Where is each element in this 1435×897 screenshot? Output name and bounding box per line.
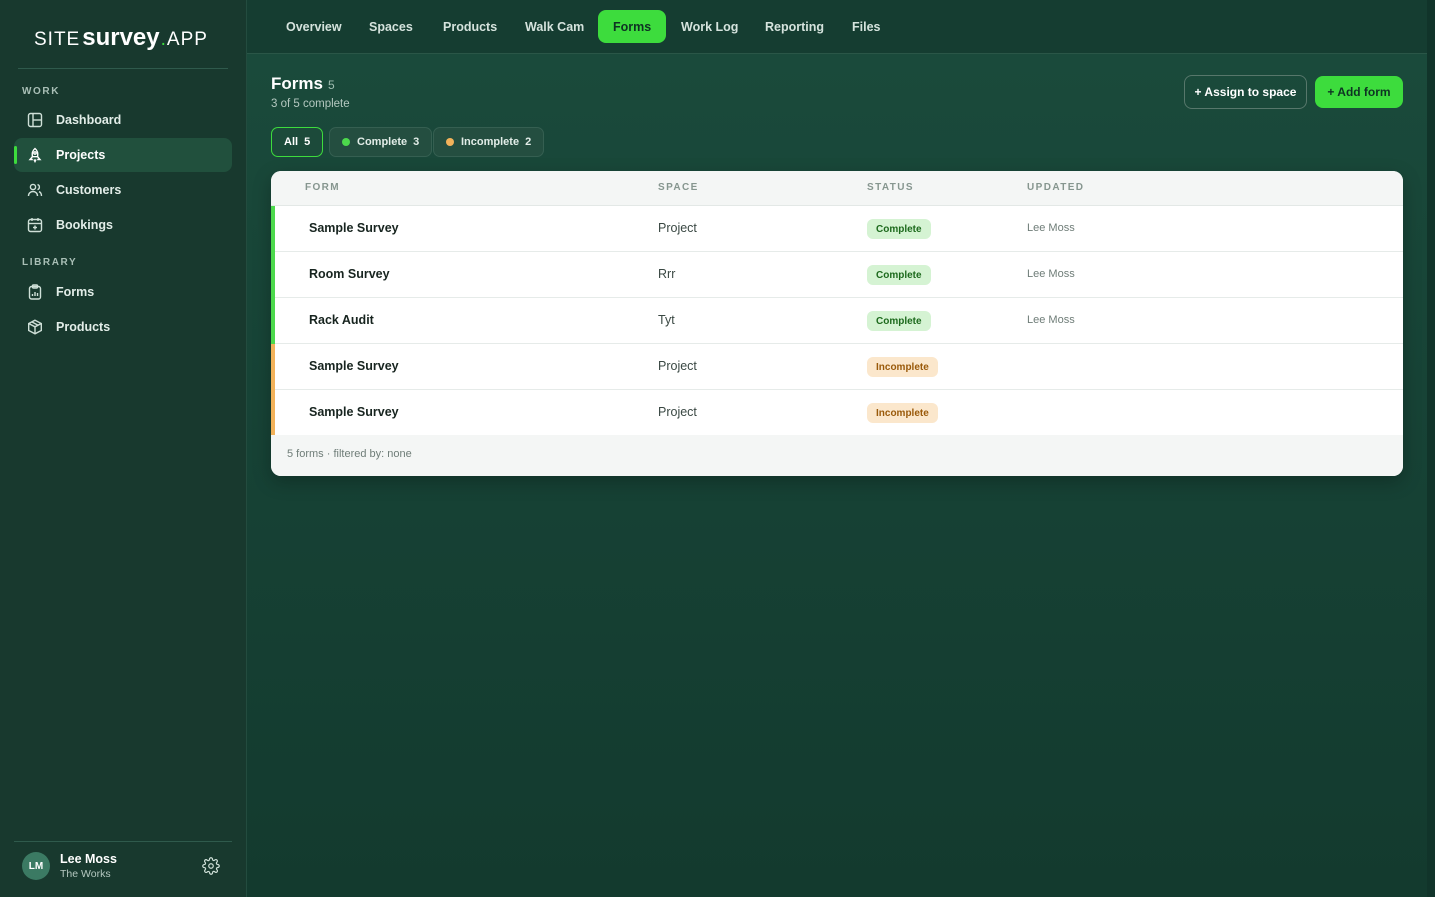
- form-name[interactable]: Room Survey: [309, 267, 390, 281]
- logo-survey-text: survey: [82, 24, 160, 51]
- tab-work-log[interactable]: Work Log: [666, 10, 753, 43]
- filter-chip-all[interactable]: All 5: [271, 127, 324, 157]
- tab-files[interactable]: Files: [837, 10, 896, 43]
- form-name[interactable]: Sample Survey: [309, 221, 399, 235]
- filter-chip-count: 3: [413, 136, 420, 148]
- form-name[interactable]: Sample Survey: [309, 405, 399, 419]
- updated-by: Lee Moss: [1027, 268, 1075, 280]
- incomplete-dot-icon: [446, 138, 454, 146]
- filter-chip-incomplete[interactable]: Incomplete 2: [433, 127, 545, 157]
- clipboard-icon: [27, 284, 43, 300]
- dashboard-icon: [27, 112, 43, 128]
- space-name: Project: [658, 221, 697, 235]
- scrollbar[interactable]: [1427, 0, 1435, 897]
- status-bar: [271, 252, 275, 298]
- sidebar-item-bookings[interactable]: Bookings: [14, 208, 232, 242]
- sidebar-item-label: Customers: [56, 183, 122, 197]
- logo-divider: [18, 68, 228, 69]
- space-name: Project: [658, 405, 697, 419]
- tab-overview[interactable]: Overview: [271, 10, 357, 43]
- table-row[interactable]: Room Survey Rrr Complete Lee Moss: [271, 252, 1403, 298]
- tab-reporting[interactable]: Reporting: [750, 10, 839, 43]
- avatar[interactable]: LM: [22, 852, 50, 880]
- users-icon: [27, 182, 43, 198]
- status-bar: [271, 298, 275, 344]
- filter-chip-count: 2: [525, 136, 532, 148]
- filter-chip-count: 5: [304, 136, 311, 148]
- column-header-updated[interactable]: UPDATED: [1027, 182, 1084, 193]
- space-name: Tyt: [658, 313, 675, 327]
- sidebar-item-label: Dashboard: [56, 113, 122, 127]
- table-footer-text: 5 forms · filtered by: none: [287, 448, 412, 460]
- forms-table: FORM SPACE STATUS UPDATED Sample Survey …: [271, 171, 1403, 476]
- status-bar: [271, 344, 275, 390]
- updated-by: Lee Moss: [1027, 314, 1075, 326]
- gear-icon[interactable]: [202, 857, 220, 875]
- brand-logo[interactable]: SITE survey . APP: [34, 24, 208, 54]
- sidebar-item-dashboard[interactable]: Dashboard: [14, 103, 232, 137]
- user-org: The Works: [60, 868, 111, 880]
- sidebar-item-label: Bookings: [56, 218, 113, 232]
- sidebar-item-customers[interactable]: Customers: [14, 173, 232, 207]
- page-title: Forms 5: [271, 74, 335, 94]
- tab-walk-cam[interactable]: Walk Cam: [510, 10, 599, 43]
- column-header-form[interactable]: FORM: [305, 182, 340, 193]
- form-name[interactable]: Sample Survey: [309, 359, 399, 373]
- table-footer: 5 forms · filtered by: none: [271, 435, 1403, 476]
- sidebar-item-projects[interactable]: Projects: [14, 138, 232, 172]
- sidebar-item-products[interactable]: Products: [14, 310, 232, 344]
- add-form-button[interactable]: + Add form: [1315, 76, 1403, 108]
- filter-chip-complete[interactable]: Complete 3: [329, 127, 433, 157]
- sidebar-item-forms[interactable]: Forms: [14, 275, 232, 309]
- sidebar: SITE survey . APP WORK Dashboard Project…: [0, 0, 247, 897]
- updated-by: Lee Moss: [1027, 222, 1075, 234]
- table-row[interactable]: Sample Survey Project Incomplete: [271, 344, 1403, 390]
- status-badge: Complete: [867, 219, 931, 239]
- tab-products[interactable]: Products: [428, 10, 512, 43]
- table-row[interactable]: Rack Audit Tyt Complete Lee Moss: [271, 298, 1403, 344]
- status-badge: Incomplete: [867, 403, 938, 423]
- status-bar: [271, 390, 275, 436]
- status-badge: Complete: [867, 311, 931, 331]
- logo-dot: .: [160, 29, 166, 50]
- page-title-count: 5: [327, 78, 335, 92]
- tab-forms[interactable]: Forms: [598, 10, 667, 43]
- complete-dot-icon: [342, 138, 350, 146]
- sidebar-item-label: Forms: [56, 285, 95, 299]
- status-bar: [271, 206, 275, 252]
- sidebar-item-label: Projects: [56, 148, 106, 162]
- column-header-status[interactable]: STATUS: [867, 182, 914, 193]
- user-name: Lee Moss: [60, 852, 117, 866]
- page-subtitle: 3 of 5 complete: [271, 98, 350, 110]
- section-label-library: LIBRARY: [22, 257, 78, 268]
- filter-chip-label: All: [284, 136, 299, 148]
- calendar-icon: [27, 217, 43, 233]
- status-badge: Complete: [867, 265, 931, 285]
- table-row[interactable]: Sample Survey Project Complete Lee Moss: [271, 206, 1403, 252]
- logo-app-text: APP: [166, 29, 208, 50]
- form-name[interactable]: Rack Audit: [309, 313, 374, 327]
- column-header-space[interactable]: SPACE: [658, 182, 699, 193]
- filter-chip-label: Complete: [357, 136, 408, 148]
- sidebar-item-label: Products: [56, 320, 111, 334]
- sidebar-footer-divider: [14, 841, 232, 842]
- filter-chip-label: Incomplete: [461, 136, 520, 148]
- box-icon: [27, 319, 43, 335]
- space-name: Rrr: [658, 267, 676, 281]
- rocket-icon: [27, 147, 43, 163]
- status-badge: Incomplete: [867, 357, 938, 377]
- logo-site-text: SITE: [34, 29, 81, 50]
- project-tabs: Overview Spaces Products Walk Cam Forms …: [247, 0, 1427, 54]
- table-row[interactable]: Sample Survey Project Incomplete: [271, 390, 1403, 436]
- page-title-text: Forms: [271, 74, 323, 93]
- assign-to-space-button[interactable]: + Assign to space: [1184, 75, 1307, 109]
- table-header: FORM SPACE STATUS UPDATED: [271, 171, 1403, 206]
- tab-spaces[interactable]: Spaces: [354, 10, 428, 43]
- section-label-work: WORK: [22, 86, 61, 97]
- space-name: Project: [658, 359, 697, 373]
